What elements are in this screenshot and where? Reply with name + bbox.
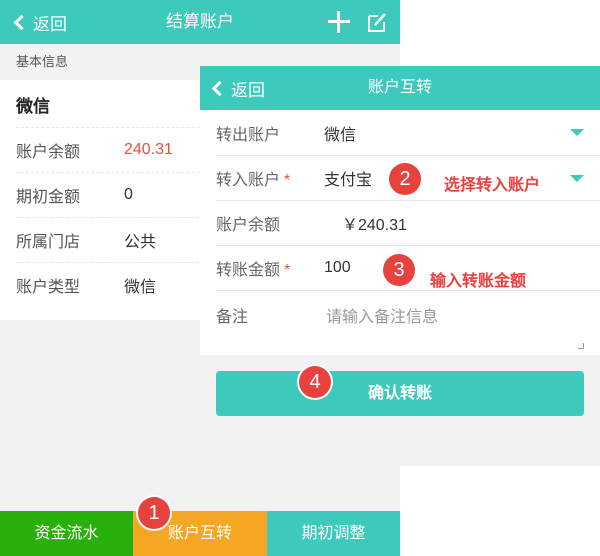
plus-icon[interactable]: [328, 11, 350, 33]
balance-value: 240.31: [124, 141, 173, 158]
edit-icon[interactable]: [366, 11, 388, 33]
info-label: 所属门店: [16, 234, 81, 251]
required-mark: *: [284, 262, 291, 279]
dropdown-caret-icon: [570, 129, 584, 136]
transfer-header: 返回 账户互转: [200, 66, 600, 110]
from-account-select[interactable]: 转出账户 微信: [216, 110, 600, 156]
annotation-enter-amount: 输入转账金额: [430, 273, 527, 290]
info-label: 账户类型: [16, 279, 81, 296]
info-label: 期初金额: [16, 189, 81, 206]
dropdown-caret-icon: [570, 174, 584, 182]
remark-placeholder: 请输入备注信息: [326, 309, 439, 326]
amount-value: 100: [324, 259, 351, 276]
to-account-value: 支付宝: [324, 172, 373, 189]
account-name: 微信: [16, 97, 50, 116]
field-label: 转出账户: [216, 126, 281, 144]
required-mark: *: [284, 172, 291, 189]
step-badge-3: 3: [383, 254, 415, 286]
step-badge-4: 4: [299, 366, 331, 398]
remark-textarea[interactable]: 备注 请输入备注信息: [216, 291, 600, 355]
step-badge-2: 2: [389, 163, 421, 195]
transfer-form: 转出账户 微信 转入账户 * 支付宝 账户余额 ￥240.31 转账金额 * 100…: [200, 110, 600, 355]
balance-row: 账户余额 ￥240.31: [216, 201, 600, 246]
tab-initial-adjust[interactable]: 期初调整: [267, 511, 400, 556]
resize-handle-icon[interactable]: [578, 343, 584, 349]
info-label: 账户余额: [16, 144, 81, 161]
field-label: 备注: [216, 309, 249, 326]
store-value: 公共: [124, 234, 157, 251]
annotation-select-to-account: 选择转入账户: [444, 177, 541, 194]
transfer-title: 账户互转: [367, 79, 432, 96]
field-label: 转账金额 *: [216, 262, 291, 279]
field-label: 账户余额: [216, 217, 281, 234]
bottom-tab-bar: 资金流水 账户互转 期初调整: [0, 511, 400, 556]
from-account-value: 微信: [324, 126, 357, 144]
settlement-header: 返回 结算账户: [0, 0, 400, 44]
field-label: 转入账户 *: [216, 172, 291, 189]
tab-fund-flow[interactable]: 资金流水: [0, 511, 133, 556]
balance-value: ￥240.31: [342, 217, 407, 234]
type-value: 微信: [124, 279, 157, 296]
initial-value: 0: [124, 186, 133, 203]
step-badge-1: 1: [138, 497, 170, 529]
confirm-transfer-button[interactable]: 确认转账: [216, 371, 584, 416]
